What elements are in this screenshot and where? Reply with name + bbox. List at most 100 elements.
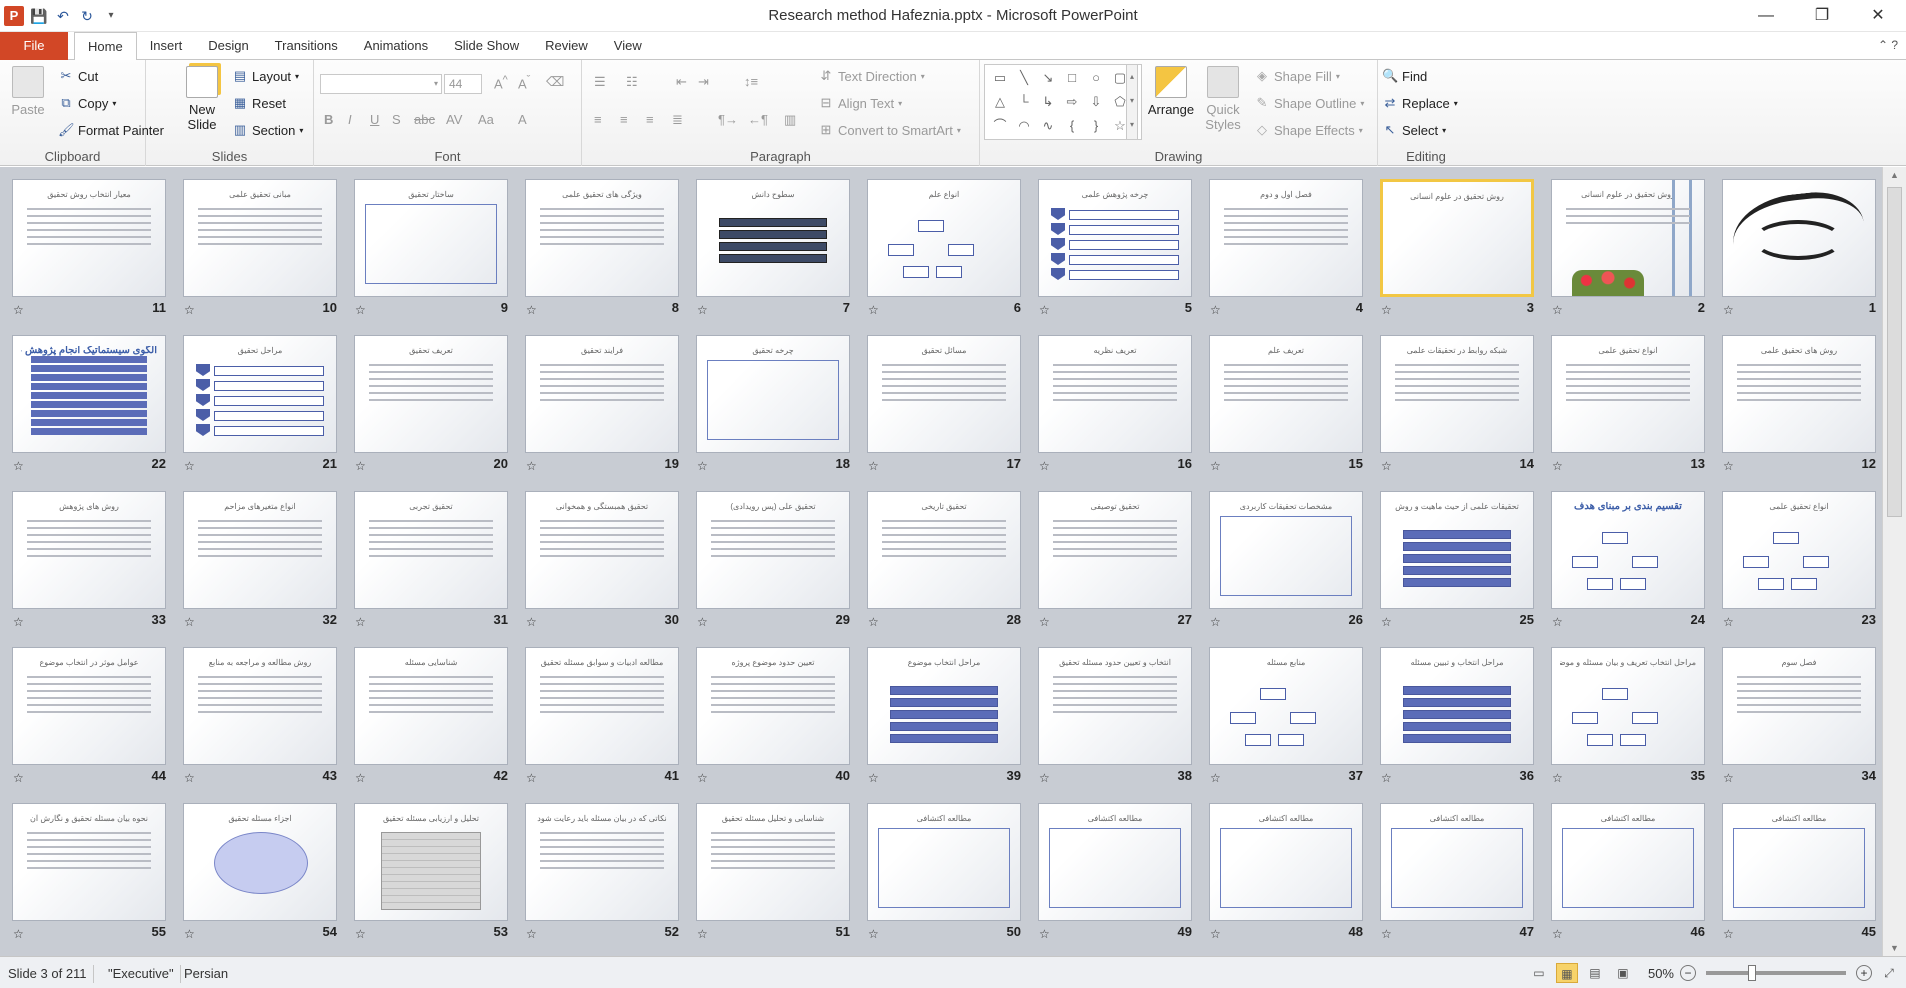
scrollbar-thumb[interactable] xyxy=(1887,187,1902,517)
transition-star-icon[interactable]: ☆ xyxy=(1039,771,1050,785)
shrink-font-button[interactable]: Aˇ xyxy=(518,74,530,91)
layout-button[interactable]: ▤ Layout ▾ xyxy=(232,68,299,84)
slide-preview[interactable]: تحقیق تاریخی xyxy=(867,491,1021,609)
transition-star-icon[interactable]: ☆ xyxy=(355,303,366,317)
slide-thumbnail[interactable]: ☆ 1 xyxy=(1722,179,1882,329)
transition-star-icon[interactable]: ☆ xyxy=(1039,459,1050,473)
slide-thumbnail[interactable]: مراحل انتخاب موضوع ☆ 39 xyxy=(867,647,1027,797)
increase-indent-button[interactable]: ⇥ xyxy=(698,74,709,90)
brace-left-shape-icon[interactable]: { xyxy=(1061,115,1083,137)
slide-thumbnail[interactable]: روش تحقیق در علوم انسانی ☆ 2 xyxy=(1551,179,1711,329)
slide-preview[interactable]: تحقیق تجربی xyxy=(354,491,508,609)
tab-transitions[interactable]: Transitions xyxy=(262,32,351,60)
slide-preview[interactable]: انواع تحقیق علمی xyxy=(1722,491,1876,609)
transition-star-icon[interactable]: ☆ xyxy=(184,303,195,317)
paste-button[interactable]: Paste xyxy=(6,66,50,117)
transition-star-icon[interactable]: ☆ xyxy=(184,459,195,473)
right-arrow-shape-icon[interactable]: ⇨ xyxy=(1061,91,1083,113)
columns-button[interactable]: ▥ xyxy=(784,112,796,128)
slide-thumbnail[interactable]: مطالعه اکتشافی ☆ 48 xyxy=(1209,803,1369,953)
slide-thumbnail[interactable]: روش مطالعه و مراجعه به منابع ☆ 43 xyxy=(183,647,343,797)
transition-star-icon[interactable]: ☆ xyxy=(697,615,708,629)
cut-button[interactable]: ✂ Cut xyxy=(58,68,99,84)
transition-star-icon[interactable]: ☆ xyxy=(1210,927,1221,941)
slide-thumbnail[interactable]: مراحل انتخاب تعریف و بیان مسئله و موضوع … xyxy=(1551,647,1711,797)
copy-button[interactable]: ⧉ Copy ▾ xyxy=(58,95,116,111)
scroll-up-icon[interactable]: ▲ xyxy=(1883,167,1906,183)
slide-preview[interactable]: روش های تحقیق علمی xyxy=(1722,335,1876,453)
slide-thumbnail[interactable]: روش های پژوهش ☆ 33 xyxy=(12,491,172,641)
freeform-shape-icon[interactable]: ∿ xyxy=(1037,115,1059,137)
transition-star-icon[interactable]: ☆ xyxy=(1552,615,1563,629)
slide-preview[interactable]: معیار انتخاب روش تحقیق xyxy=(12,179,166,297)
slide-preview[interactable]: فصل سوم xyxy=(1722,647,1876,765)
transition-star-icon[interactable]: ☆ xyxy=(526,615,537,629)
slide-show-view-icon[interactable]: ▣ xyxy=(1612,963,1634,983)
maximize-button[interactable]: ❐ xyxy=(1794,0,1850,32)
slide-preview[interactable]: فرایند تحقیق xyxy=(525,335,679,453)
brace-right-shape-icon[interactable]: } xyxy=(1085,115,1107,137)
slide-thumbnail[interactable]: مراحل انتخاب و تبیین مسئله ☆ 36 xyxy=(1380,647,1540,797)
transition-star-icon[interactable]: ☆ xyxy=(1723,459,1734,473)
slide-thumbnail[interactable]: تقسیم بندی بر مبنای هدف ☆ 24 xyxy=(1551,491,1711,641)
slide-thumbnail[interactable]: تعریف علم ☆ 15 xyxy=(1209,335,1369,485)
slide-preview[interactable]: ویژگی های تحقیق علمی xyxy=(525,179,679,297)
transition-star-icon[interactable]: ☆ xyxy=(1552,927,1563,941)
slide-thumbnail[interactable]: الگوی سیستماتیک انجام پژوهش علمی ☆ 22 xyxy=(12,335,172,485)
zoom-level[interactable]: 50% xyxy=(1648,966,1674,981)
slide-preview[interactable]: تحقیقات علمی از حیث ماهیت و روش xyxy=(1380,491,1534,609)
slide-thumbnail[interactable]: نکاتی که در بیان مسئله باید رعایت شود ☆ 52 xyxy=(525,803,685,953)
arc-shape-icon[interactable]: ◠ xyxy=(1013,115,1035,137)
slide-thumbnail[interactable]: روش تحقیق در علوم انسانی ☆ 3 xyxy=(1380,179,1540,329)
slide-thumbnail[interactable]: مطالعه اکتشافی ☆ 45 xyxy=(1722,803,1882,953)
transition-star-icon[interactable]: ☆ xyxy=(526,927,537,941)
transition-star-icon[interactable]: ☆ xyxy=(13,771,24,785)
tab-design[interactable]: Design xyxy=(195,32,261,60)
align-center-button[interactable]: ≡ xyxy=(620,112,628,127)
slide-preview[interactable]: سطوح دانش xyxy=(696,179,850,297)
text-direction-button[interactable]: ⇵ Text Direction ▾ xyxy=(818,68,925,84)
slide-thumbnail[interactable]: اجزاء مسئله تحقیق ☆ 54 xyxy=(183,803,343,953)
elbow-arrow-shape-icon[interactable]: ↳ xyxy=(1037,91,1059,113)
change-case-button[interactable]: Aa xyxy=(478,112,494,127)
slide-thumbnail[interactable]: انواع تحقیق علمی ☆ 23 xyxy=(1722,491,1882,641)
slide-thumbnail[interactable]: شناسایی و تحلیل مسئله تحقیق ☆ 51 xyxy=(696,803,856,953)
slide-thumbnail[interactable]: چرخه پژوهش علمی ☆ 5 xyxy=(1038,179,1198,329)
slide-preview[interactable]: مراحل انتخاب تعریف و بیان مسئله و موضوع … xyxy=(1551,647,1705,765)
replace-button[interactable]: ⇄ Replace ▾ xyxy=(1382,95,1458,111)
slide-preview[interactable]: تحقیق همبستگی و همخوانی xyxy=(525,491,679,609)
slide-thumbnail[interactable]: فرایند تحقیق ☆ 19 xyxy=(525,335,685,485)
transition-star-icon[interactable]: ☆ xyxy=(868,459,879,473)
slide-preview[interactable]: تعیین حدود موضوع پروژه xyxy=(696,647,850,765)
slide-preview[interactable]: تحلیل و ارزیابی مسئله تحقیق xyxy=(354,803,508,921)
down-arrow-shape-icon[interactable]: ⇩ xyxy=(1085,91,1107,113)
transition-star-icon[interactable]: ☆ xyxy=(355,771,366,785)
section-button[interactable]: ▥ Section ▾ xyxy=(232,122,304,138)
slide-thumbnail[interactable]: انتخاب و تعیین حدود مسئله تحقیق ☆ 38 xyxy=(1038,647,1198,797)
slide-preview[interactable]: تقسیم بندی بر مبنای هدف xyxy=(1551,491,1705,609)
strikethrough-button[interactable]: abc xyxy=(414,112,435,127)
transition-star-icon[interactable]: ☆ xyxy=(526,303,537,317)
slide-thumbnail[interactable]: مبانی تحقیق علمی ☆ 10 xyxy=(183,179,343,329)
slide-preview[interactable]: تعریف تحقیق xyxy=(354,335,508,453)
slide-thumbnail[interactable]: تعریف تحقیق ☆ 20 xyxy=(354,335,514,485)
bold-button[interactable]: B xyxy=(324,112,333,127)
slide-thumbnail[interactable]: مطالعه ادبیات و سوابق مسئله تحقیق ☆ 41 xyxy=(525,647,685,797)
transition-star-icon[interactable]: ☆ xyxy=(1039,615,1050,629)
transition-star-icon[interactable]: ☆ xyxy=(1210,459,1221,473)
slide-thumbnail[interactable]: فصل سوم ☆ 34 xyxy=(1722,647,1882,797)
slide-thumbnail[interactable]: روش های تحقیق علمی ☆ 12 xyxy=(1722,335,1882,485)
transition-star-icon[interactable]: ☆ xyxy=(355,615,366,629)
slide-thumbnail[interactable]: مطالعه اکتشافی ☆ 50 xyxy=(867,803,1027,953)
slide-preview[interactable]: چرخه تحقیق xyxy=(696,335,850,453)
rectangle-shape-icon[interactable]: □ xyxy=(1061,67,1083,89)
font-color-button[interactable]: A xyxy=(518,112,527,127)
transition-star-icon[interactable]: ☆ xyxy=(355,459,366,473)
elbow-connector-shape-icon[interactable]: └ xyxy=(1013,91,1035,113)
slide-preview[interactable]: انواع تحقیق علمی xyxy=(1551,335,1705,453)
slide-preview[interactable]: مطالعه اکتشافی xyxy=(867,803,1021,921)
slide-preview[interactable]: انواع متغیرهای مزاحم xyxy=(183,491,337,609)
transition-star-icon[interactable]: ☆ xyxy=(526,771,537,785)
transition-star-icon[interactable]: ☆ xyxy=(13,927,24,941)
tab-view[interactable]: View xyxy=(601,32,655,60)
